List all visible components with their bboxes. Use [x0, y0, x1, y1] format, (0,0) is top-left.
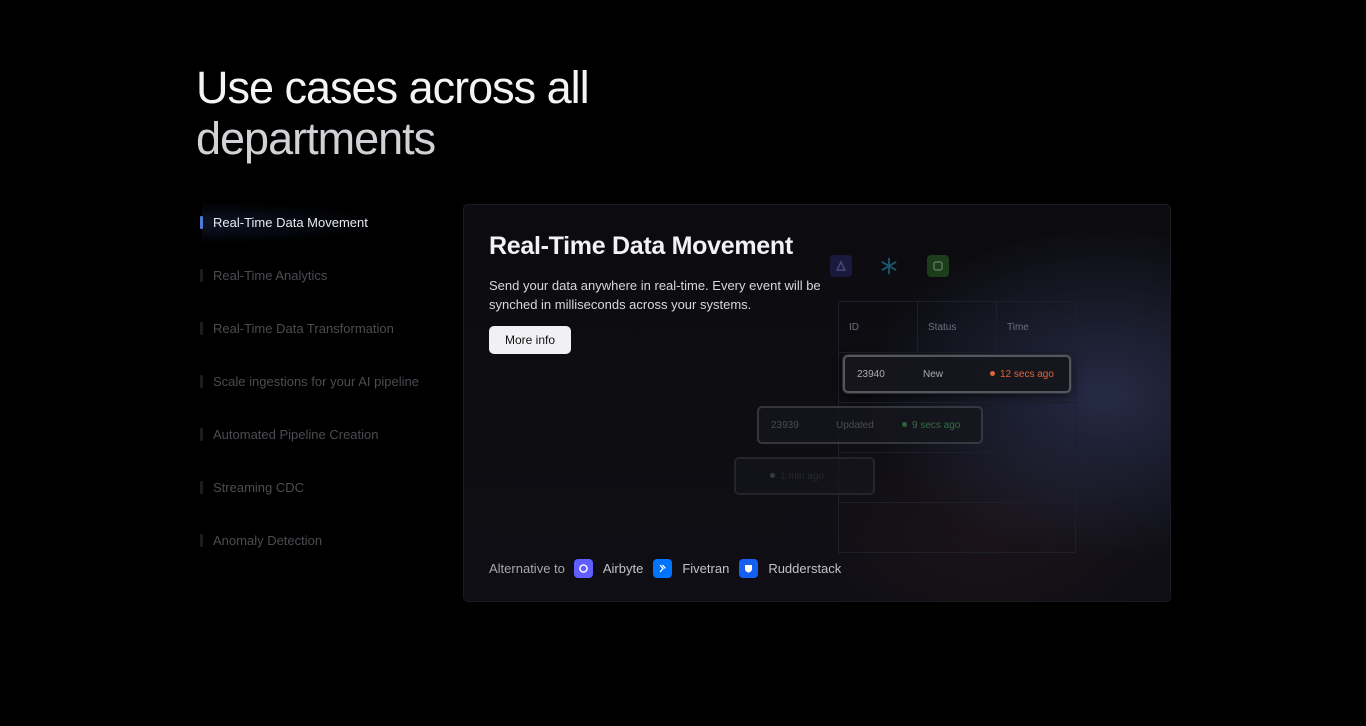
nav-item-automated-pipeline-creation[interactable]: Automated Pipeline Creation	[200, 408, 450, 461]
alternatives-row: Alternative to Airbyte Fivetran Rudderst…	[489, 557, 851, 579]
active-indicator	[200, 216, 203, 229]
nav-item-label: Streaming CDC	[213, 480, 305, 495]
nav-indicator	[200, 534, 203, 547]
row-divider	[839, 402, 1077, 403]
nav-item-scale-ingestions[interactable]: Scale ingestions for your AI pipeline	[200, 355, 450, 408]
nav-item-real-time-data-transformation[interactable]: Real-Time Data Transformation	[200, 302, 450, 355]
nav-item-label: Real-Time Data Transformation	[213, 321, 394, 336]
row-time: 1 min ago	[770, 471, 824, 482]
nav-item-label: Scale ingestions for your AI pipeline	[213, 374, 419, 389]
alternative-fivetran: Fivetran	[682, 560, 730, 576]
alternative-airbyte: Airbyte	[602, 560, 644, 576]
row-id: 23939	[771, 419, 799, 431]
nav-indicator	[200, 375, 203, 388]
table-row: 23939 Updated 9 secs ago	[757, 406, 983, 444]
row-time-text: 12 secs ago	[1000, 368, 1054, 380]
more-info-button[interactable]: More info	[489, 326, 571, 354]
use-case-nav: Real-Time Data Movement Real-Time Analyt…	[200, 196, 450, 567]
connector-icon	[830, 255, 852, 277]
row-divider	[839, 502, 1077, 503]
panel-description: Send your data anywhere in real-time. Ev…	[489, 278, 821, 312]
table-row: 1 min ago	[734, 457, 875, 495]
nav-item-real-time-data-movement[interactable]: Real-Time Data Movement	[200, 196, 450, 249]
alternative-rudderstack: Rudderstack	[768, 560, 842, 576]
row-id: 23940	[857, 368, 885, 380]
snowflake-icon	[878, 255, 900, 277]
nav-indicator	[200, 428, 203, 441]
row-time-text: 1 min ago	[780, 470, 824, 482]
nav-indicator	[200, 322, 203, 335]
nav-indicator	[200, 269, 203, 282]
row-time-text: 9 secs ago	[912, 419, 961, 431]
status-dot	[770, 473, 775, 479]
row-divider	[839, 352, 1077, 353]
panel-title: Real-Time Data Movement	[489, 232, 793, 260]
row-divider	[839, 452, 1077, 453]
row-time: 9 secs ago	[902, 420, 960, 431]
column-header-status: Status	[918, 302, 997, 352]
alternative-label: Alternative to	[489, 560, 565, 576]
row-status: Updated	[836, 419, 874, 431]
table-row: 23940 New 12 secs ago	[843, 355, 1071, 393]
page-title: Use cases across all departments	[196, 62, 590, 164]
nav-item-streaming-cdc[interactable]: Streaming CDC	[200, 461, 450, 514]
nav-item-label: Real-Time Analytics	[213, 268, 328, 283]
status-dot	[990, 371, 995, 377]
page-title-line-1: Use cases across all	[196, 62, 590, 113]
nav-item-label: Real-Time Data Movement	[213, 215, 368, 230]
fivetran-icon	[653, 558, 673, 578]
database-icon	[927, 255, 949, 277]
rudderstack-icon	[739, 558, 759, 578]
airbyte-icon	[573, 558, 593, 578]
nav-item-label: Automated Pipeline Creation	[213, 427, 379, 442]
column-header-time: Time	[1007, 322, 1029, 333]
row-status: New	[923, 368, 944, 380]
use-case-panel: ID Status Time 23940 New 12 secs ago 239…	[463, 204, 1171, 602]
page-title-line-2: departments	[196, 113, 436, 164]
row-time: 12 secs ago	[990, 369, 1054, 380]
column-header-id: ID	[839, 302, 918, 352]
nav-item-real-time-analytics[interactable]: Real-Time Analytics	[200, 249, 450, 302]
nav-item-label: Anomaly Detection	[213, 533, 323, 548]
nav-indicator	[200, 481, 203, 494]
nav-item-anomaly-detection[interactable]: Anomaly Detection	[200, 514, 450, 567]
page: Use cases across all departments Real-Ti…	[0, 0, 1366, 726]
status-dot	[902, 422, 907, 428]
